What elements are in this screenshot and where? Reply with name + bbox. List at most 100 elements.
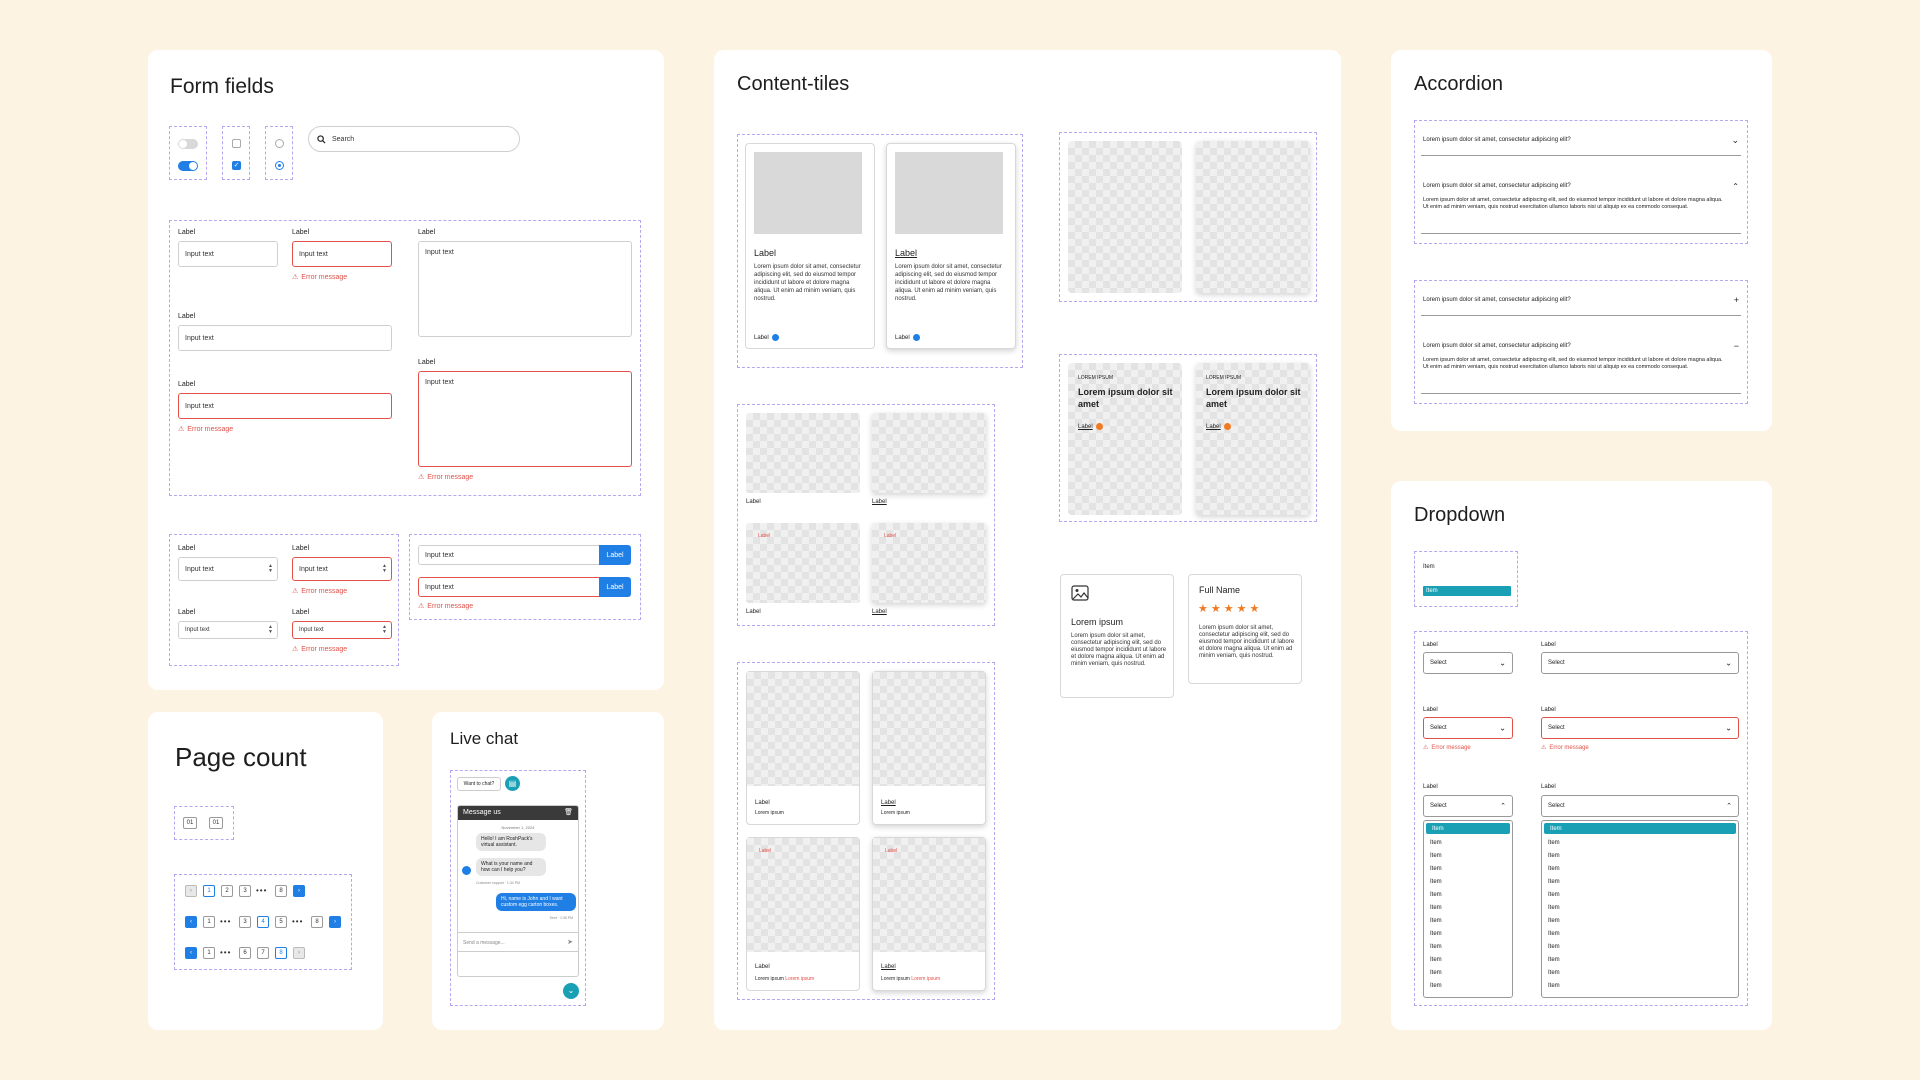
- overlay-tile[interactable]: LOREM IPSUM Lorem ipsum dolor sit amet L…: [1068, 363, 1182, 515]
- overlay-tile-hover[interactable]: LOREM IPSUM Lorem ipsum dolor sit amet L…: [1196, 363, 1310, 515]
- select-small-open[interactable]: Select ⌃: [1423, 795, 1513, 817]
- next-page-button[interactable]: ›: [293, 885, 305, 897]
- dropdown-option[interactable]: Item: [1542, 966, 1738, 979]
- page-button[interactable]: 1: [203, 885, 215, 897]
- chat-icon[interactable]: ▤: [505, 776, 520, 791]
- article-tile[interactable]: Label Lorem ipsum dolor sit amet, consec…: [745, 143, 875, 349]
- product-tile-hover[interactable]: Label Label Lorem ipsum Lorem ipsum: [872, 837, 986, 991]
- gallery-tile[interactable]: [746, 413, 860, 493]
- textarea[interactable]: Input text: [418, 241, 632, 337]
- gallery-tile[interactable]: Label: [746, 523, 860, 603]
- chat-input[interactable]: Send a message... ➤: [458, 932, 578, 952]
- dropdown-option[interactable]: Item: [1424, 914, 1512, 927]
- select-small-error[interactable]: Select ⌄: [1423, 717, 1513, 739]
- checkbox-unchecked[interactable]: [232, 139, 241, 148]
- tile-link[interactable]: Label: [1206, 423, 1231, 430]
- radio-unselected[interactable]: [275, 139, 284, 148]
- dropdown-option[interactable]: Item: [1424, 888, 1512, 901]
- page-button[interactable]: 8: [311, 916, 323, 928]
- submit-button[interactable]: Label: [599, 577, 631, 597]
- select-large[interactable]: Select ⌄: [1541, 652, 1739, 674]
- select-large-error[interactable]: Select ⌄: [1541, 717, 1739, 739]
- product-tile-hover[interactable]: Label Lorem ipsum: [872, 671, 986, 825]
- text-input[interactable]: Input text: [178, 241, 278, 267]
- page-button[interactable]: 1: [203, 916, 215, 928]
- number-input-error[interactable]: Input text ▲ ▼: [292, 557, 392, 581]
- page-button[interactable]: 1: [203, 947, 215, 959]
- page-button[interactable]: 7: [257, 947, 269, 959]
- product-tile[interactable]: Label Label Lorem ipsum Lorem ipsum: [746, 837, 860, 991]
- number-input-small[interactable]: Input text ▲ ▼: [178, 621, 278, 639]
- toggle-off[interactable]: [178, 139, 198, 149]
- stepper-icon[interactable]: ▲ ▼: [268, 625, 273, 635]
- stepper-icon[interactable]: ▲ ▼: [382, 625, 387, 635]
- select-small[interactable]: Select ⌄: [1423, 652, 1513, 674]
- stepper-icon[interactable]: ▲ ▼: [268, 564, 273, 574]
- page-button[interactable]: 3: [239, 916, 251, 928]
- radio-selected[interactable]: [275, 161, 284, 170]
- review-card[interactable]: Full Name ★★★★★ Lorem ipsum dolor sit am…: [1188, 574, 1302, 684]
- accordion-item-collapsed[interactable]: Lorem ipsum dolor sit amet, consectetur …: [1415, 295, 1747, 305]
- prev-page-button[interactable]: ‹: [185, 885, 197, 897]
- text-input-wide-error[interactable]: Input text: [178, 393, 392, 419]
- dropdown-option[interactable]: Item: [1542, 862, 1738, 875]
- page-button[interactable]: 8: [275, 947, 287, 959]
- send-icon[interactable]: ➤: [567, 933, 573, 953]
- gallery-tile-hover[interactable]: [872, 413, 986, 493]
- dropdown-item[interactable]: Item: [1423, 564, 1435, 570]
- trash-icon[interactable]: 🗑: [564, 806, 573, 820]
- dropdown-option[interactable]: Item: [1542, 849, 1738, 862]
- accordion-item-expanded[interactable]: Lorem ipsum dolor sit amet, consectetur …: [1415, 182, 1747, 191]
- page-button[interactable]: 5: [275, 916, 287, 928]
- prev-page-button[interactable]: ‹: [185, 947, 197, 959]
- page-button[interactable]: 4: [257, 916, 269, 928]
- toggle-on[interactable]: [178, 161, 198, 171]
- next-page-button[interactable]: ›: [293, 947, 305, 959]
- dropdown-option[interactable]: Item: [1424, 953, 1512, 966]
- info-card[interactable]: Lorem ipsum Lorem ipsum dolor sit amet, …: [1060, 574, 1174, 698]
- dropdown-option[interactable]: Item: [1424, 836, 1512, 849]
- dropdown-option[interactable]: Item: [1424, 849, 1512, 862]
- page-button[interactable]: 8: [275, 885, 287, 897]
- dropdown-option[interactable]: Item: [1424, 927, 1512, 940]
- dropdown-item-highlighted[interactable]: Item: [1423, 586, 1511, 596]
- page-button[interactable]: 2: [221, 885, 233, 897]
- dropdown-option[interactable]: Item: [1542, 927, 1738, 940]
- dropdown-option[interactable]: Item: [1424, 966, 1512, 979]
- stepper-icon[interactable]: ▲ ▼: [382, 564, 387, 574]
- tile-link[interactable]: Label: [1078, 423, 1103, 430]
- page-button[interactable]: 6: [239, 947, 251, 959]
- chat-minimize-icon[interactable]: ⌄: [563, 983, 579, 999]
- gallery-tile-hover[interactable]: Label: [872, 523, 986, 603]
- page-button[interactable]: 3: [239, 885, 251, 897]
- input-with-button[interactable]: Input text: [418, 545, 600, 565]
- image-tile[interactable]: [1068, 141, 1182, 293]
- dropdown-option[interactable]: Item: [1424, 875, 1512, 888]
- text-input-error[interactable]: Input text: [292, 241, 392, 267]
- accordion-item-expanded[interactable]: Lorem ipsum dolor sit amet, consectetur …: [1415, 341, 1747, 351]
- select-large-open[interactable]: Select ⌃: [1541, 795, 1739, 817]
- dropdown-option-highlighted[interactable]: Item: [1426, 823, 1510, 834]
- dropdown-option[interactable]: Item: [1542, 940, 1738, 953]
- submit-button[interactable]: Label: [599, 545, 631, 565]
- number-input-small-error[interactable]: Input text ▲ ▼: [292, 621, 392, 639]
- dropdown-option[interactable]: Item: [1542, 888, 1738, 901]
- dropdown-option[interactable]: Item: [1424, 940, 1512, 953]
- tile-link[interactable]: Label: [895, 334, 920, 341]
- dropdown-option[interactable]: Item: [1542, 901, 1738, 914]
- dropdown-option[interactable]: Item: [1424, 979, 1512, 992]
- tile-link[interactable]: Label: [754, 334, 779, 341]
- product-tile[interactable]: Label Lorem ipsum: [746, 671, 860, 825]
- dropdown-option[interactable]: Item: [1542, 914, 1738, 927]
- dropdown-option-highlighted[interactable]: Item: [1544, 823, 1736, 834]
- dropdown-option[interactable]: Item: [1542, 953, 1738, 966]
- dropdown-option[interactable]: Item: [1542, 836, 1738, 849]
- image-tile-hover[interactable]: [1196, 141, 1310, 293]
- chat-prompt[interactable]: Want to chat?: [457, 777, 501, 791]
- accordion-item-collapsed[interactable]: Lorem ipsum dolor sit amet, consectetur …: [1415, 135, 1747, 145]
- text-input-wide[interactable]: Input text: [178, 325, 392, 351]
- dropdown-option[interactable]: Item: [1424, 862, 1512, 875]
- number-input[interactable]: Input text ▲ ▼: [178, 557, 278, 581]
- input-with-button-error[interactable]: Input text: [418, 577, 600, 597]
- search-input[interactable]: Search: [308, 126, 520, 152]
